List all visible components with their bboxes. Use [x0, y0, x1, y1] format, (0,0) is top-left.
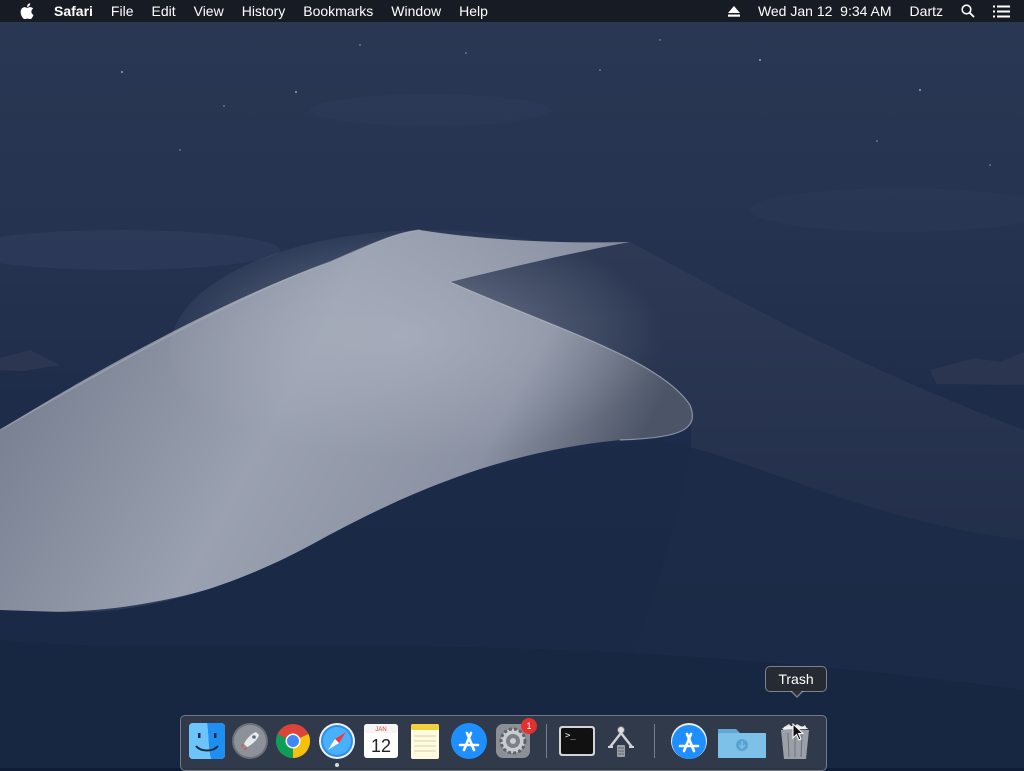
- eject-icon[interactable]: [719, 0, 749, 22]
- menu-view[interactable]: View: [185, 0, 233, 22]
- dock-item-downloads[interactable]: [717, 721, 767, 761]
- calendar-day-label: 12: [371, 736, 391, 756]
- menu-app-safari[interactable]: Safari: [48, 0, 102, 22]
- notes-icon: [411, 724, 439, 759]
- launchpad-icon: [232, 723, 268, 759]
- clock[interactable]: Wed Jan 12 9:34 AM: [749, 0, 901, 22]
- terminal-prompt-glyph: >_: [565, 731, 576, 741]
- dock-separator: [546, 724, 547, 758]
- downloads-folder-icon: [718, 729, 766, 758]
- menu-history[interactable]: History: [233, 0, 295, 22]
- dock-item-calendar[interactable]: JAN 12: [361, 721, 401, 761]
- menu-edit[interactable]: Edit: [142, 0, 184, 22]
- running-indicator-safari: [335, 763, 339, 767]
- dock-item-app-store[interactable]: [449, 721, 489, 761]
- calendar-icon: JAN 12: [364, 724, 398, 758]
- dock-item-chrome[interactable]: [273, 721, 313, 761]
- menu-bookmarks[interactable]: Bookmarks: [294, 0, 382, 22]
- notification-badge: 1: [521, 718, 537, 734]
- dock-item-terminal[interactable]: >_: [557, 721, 597, 761]
- finder-icon: [189, 723, 225, 759]
- menu-bar: Safari File Edit View History Bookmarks …: [0, 0, 1024, 22]
- spotlight-search-icon[interactable]: [952, 0, 984, 22]
- calendar-month-label: JAN: [375, 727, 386, 733]
- mouse-cursor-icon: [792, 722, 805, 741]
- terminal-icon: >_: [559, 726, 595, 756]
- menu-file[interactable]: File: [102, 0, 143, 22]
- automator-icon: [608, 726, 634, 757]
- dock: JAN 12 1 >_: [180, 715, 827, 771]
- menu-window[interactable]: Window: [382, 0, 450, 22]
- menu-help[interactable]: Help: [450, 0, 497, 22]
- dock-item-notes[interactable]: [405, 721, 445, 761]
- menubar-status-area: Wed Jan 12 9:34 AM Dartz: [719, 0, 1024, 22]
- app-store-icon: [451, 723, 487, 759]
- dock-item-safari[interactable]: [317, 721, 357, 761]
- user-account-menu[interactable]: Dartz: [901, 0, 952, 22]
- app-store-download-icon: [671, 723, 707, 759]
- dock-item-system-preferences[interactable]: 1: [493, 718, 537, 761]
- dock-item-launchpad[interactable]: [230, 721, 270, 761]
- dock-separator: [654, 724, 655, 758]
- dock-tooltip: Trash: [765, 666, 827, 698]
- safari-icon: [319, 723, 355, 759]
- dock-item-app-store-download[interactable]: [669, 721, 709, 761]
- notification-center-icon[interactable]: [984, 0, 1024, 22]
- dock-item-automator[interactable]: [601, 721, 641, 761]
- dock-item-finder[interactable]: [187, 721, 227, 761]
- apple-logo-icon[interactable]: [18, 2, 36, 20]
- chrome-icon: [275, 724, 311, 758]
- tooltip-label: Trash: [778, 671, 814, 687]
- desktop-wallpaper: [0, 0, 1024, 768]
